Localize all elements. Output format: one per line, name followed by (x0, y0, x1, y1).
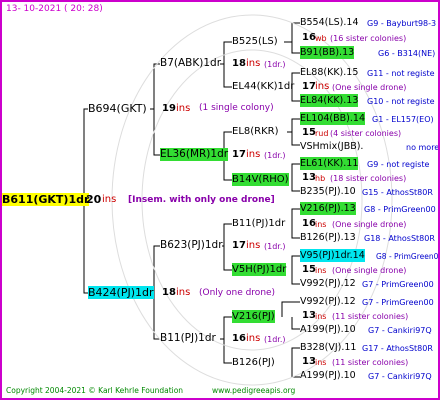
ancestor-ins-num: 15 (302, 127, 316, 138)
ancestor-detail: G7 - PrimGreen00 (362, 280, 434, 289)
ancestor-ins-num: 15 (302, 264, 316, 275)
queen-gen4-name[interactable]: B11(PJ)1dr (232, 217, 285, 230)
ancestor-detail: G8 - PrimGreen00 (376, 252, 440, 261)
ancestor-ins-num: 13 (302, 310, 316, 321)
gen2-note: (1 single colony) (199, 103, 274, 113)
ancestor-note: (11 sister colonies) (332, 312, 409, 321)
gen3-ins-label: ins (246, 240, 261, 251)
ancestor-detail: no more (406, 143, 440, 152)
site-link[interactable]: www.pedigreeapis.org (212, 384, 295, 397)
queen-gen3-name[interactable]: B11(PJ)1dr (160, 332, 216, 345)
pedigree-frame: 13- 10-2021 ( 20: 28) B611(GKT)1dr 20 in… (0, 0, 440, 400)
ancestor-name[interactable]: A199(PJ).10 (300, 323, 356, 336)
copyright-text: Copyright 2004-2021 © Karl Kehrle Founda… (6, 386, 184, 395)
ancestor-ins-num: 16 (302, 218, 316, 229)
ancestor-ins-num: 13 (302, 172, 316, 183)
gen2-note: (Only one drone) (199, 288, 276, 298)
gen3-ins-label: ins (246, 58, 261, 69)
gen1-insem-note: [Insem. with only one drone] (128, 195, 275, 205)
gen3-ins-num: 18 (232, 58, 246, 69)
queen-gen4-name[interactable]: B525(LS) (232, 35, 278, 48)
queen-gen3-name[interactable]: EL36(MR)1dr (160, 148, 229, 161)
ancestor-ins-label: wb (315, 34, 327, 43)
ancestor-detail: G9 - Bayburt98-3 (367, 19, 437, 28)
ancestor-ins-label: hb (315, 174, 326, 183)
queen-gen4-name[interactable]: EL44(KK)1dr (232, 80, 294, 93)
ancestor-name[interactable]: B235(PJ).10 (300, 185, 356, 198)
queen-gen4-name[interactable]: EL8(RKR) (232, 125, 279, 138)
ancestor-name[interactable]: VSHmix(JBB). (300, 140, 363, 153)
ancestor-detail: G8 - PrimGreen00 (364, 205, 436, 214)
gen3-ins-num: 17 (232, 240, 246, 251)
gen3-note: (1dr.) (264, 60, 286, 69)
ancestor-note: (4 sister colonies) (330, 129, 402, 138)
ancestor-detail: G17 - AthosSt80R (362, 344, 433, 353)
queen-gen1-name[interactable]: B611(GKT)1dr (2, 193, 90, 206)
ancestor-name[interactable]: V216(PJ).13 (300, 202, 356, 215)
ancestor-ins-num: 13 (302, 356, 316, 367)
ancestor-name[interactable]: B328(VJ).11 (300, 341, 356, 354)
ancestor-note: (18 sister colonies) (330, 174, 407, 183)
queen-gen4-name[interactable]: V216(PJ) (232, 310, 275, 323)
ancestor-name[interactable]: B126(PJ).13 (300, 231, 356, 244)
gen4-note: (One single drone) (332, 83, 407, 92)
gen3-note: (1dr.) (264, 335, 286, 344)
ancestor-name[interactable]: B554(LS).14 (300, 16, 359, 29)
gen3-note: (1dr.) (264, 242, 286, 251)
queen-gen3-name[interactable]: B7(ABK)1dr (160, 57, 221, 70)
queen-gen2-name[interactable]: B694(GKT) (88, 102, 147, 115)
queen-gen4-name[interactable]: V5H(PJ)1dr (232, 263, 287, 276)
gen3-ins-num: 16 (232, 333, 246, 344)
ancestor-ins-label: ins (315, 266, 327, 275)
gen3-ins-label: ins (246, 333, 261, 344)
gen2-ins-num: 19 (162, 103, 176, 114)
gen3-ins-num: 17 (232, 149, 246, 160)
ancestor-note: (One single drone) (332, 220, 407, 229)
gen2-ins-label: ins (176, 103, 191, 114)
gen4-ins-label: ins (315, 81, 330, 92)
ancestor-name[interactable]: V95(PJ)1dr.14 (300, 249, 365, 262)
ancestor-ins-label: ins (315, 312, 327, 321)
queen-gen3-name[interactable]: B623(PJ)1dr (160, 239, 223, 252)
gen2-ins-label: ins (176, 287, 191, 298)
gen2-ins-num: 18 (162, 287, 176, 298)
gen3-note: (1dr.) (264, 151, 286, 160)
ancestor-detail: G18 - AthosSt80R (364, 234, 435, 243)
ancestor-name[interactable]: A199(PJ).10 (300, 369, 356, 382)
ancestor-detail: G15 - AthosSt80R (362, 188, 433, 197)
queen-gen2-name[interactable]: B424(PJ)1dr (88, 286, 154, 299)
ancestor-name[interactable]: V992(PJ).12 (300, 277, 356, 290)
ancestor-ins-num: 16 (302, 32, 316, 43)
ancestor-detail: G7 - Cankiri97Q (368, 372, 432, 381)
ancestor-name[interactable]: EL84(KK).13 (300, 94, 359, 107)
ancestor-name[interactable]: B91(BB).13 (300, 46, 355, 59)
ancestor-ins-label: ins (315, 220, 327, 229)
report-date: 13- 10-2021 ( 20: 28) (6, 4, 103, 14)
ancestor-name[interactable]: V992(PJ).12 (300, 295, 356, 308)
ancestor-ins-label: ins (315, 358, 327, 367)
gen1-ins-label: ins (102, 194, 117, 205)
ancestor-detail: G7 - Cankiri97Q (368, 326, 432, 335)
gen1-ins-num: 20 (86, 193, 102, 206)
ancestor-note: (16 sister colonies) (330, 34, 407, 43)
ancestor-name[interactable]: EL104(BB).14 (300, 112, 365, 125)
gen3-ins-label: ins (246, 149, 261, 160)
ancestor-note: (11 sister colonies) (332, 358, 409, 367)
ancestor-ins-label: rud (315, 129, 329, 138)
ancestor-detail: G1 - EL157(EO) (372, 115, 434, 124)
queen-gen4-name[interactable]: B14V(RHO) (232, 173, 289, 186)
ancestor-note: (One single drone) (332, 266, 407, 275)
ancestor-detail: G11 - not registe (367, 69, 435, 78)
ancestor-detail: G10 - not registe (367, 97, 435, 106)
ancestor-name[interactable]: EL88(KK).15 (300, 66, 358, 79)
ancestor-name[interactable]: EL61(KK).11 (300, 157, 359, 170)
gen4-ins-num: 17 (302, 81, 316, 92)
ancestor-detail: G9 - not registe (367, 160, 430, 169)
ancestor-detail: G7 - PrimGreen00 (362, 298, 434, 307)
queen-gen4-name[interactable]: B126(PJ) (232, 356, 275, 369)
ancestor-detail: G6 - B314(NE) (378, 49, 436, 58)
